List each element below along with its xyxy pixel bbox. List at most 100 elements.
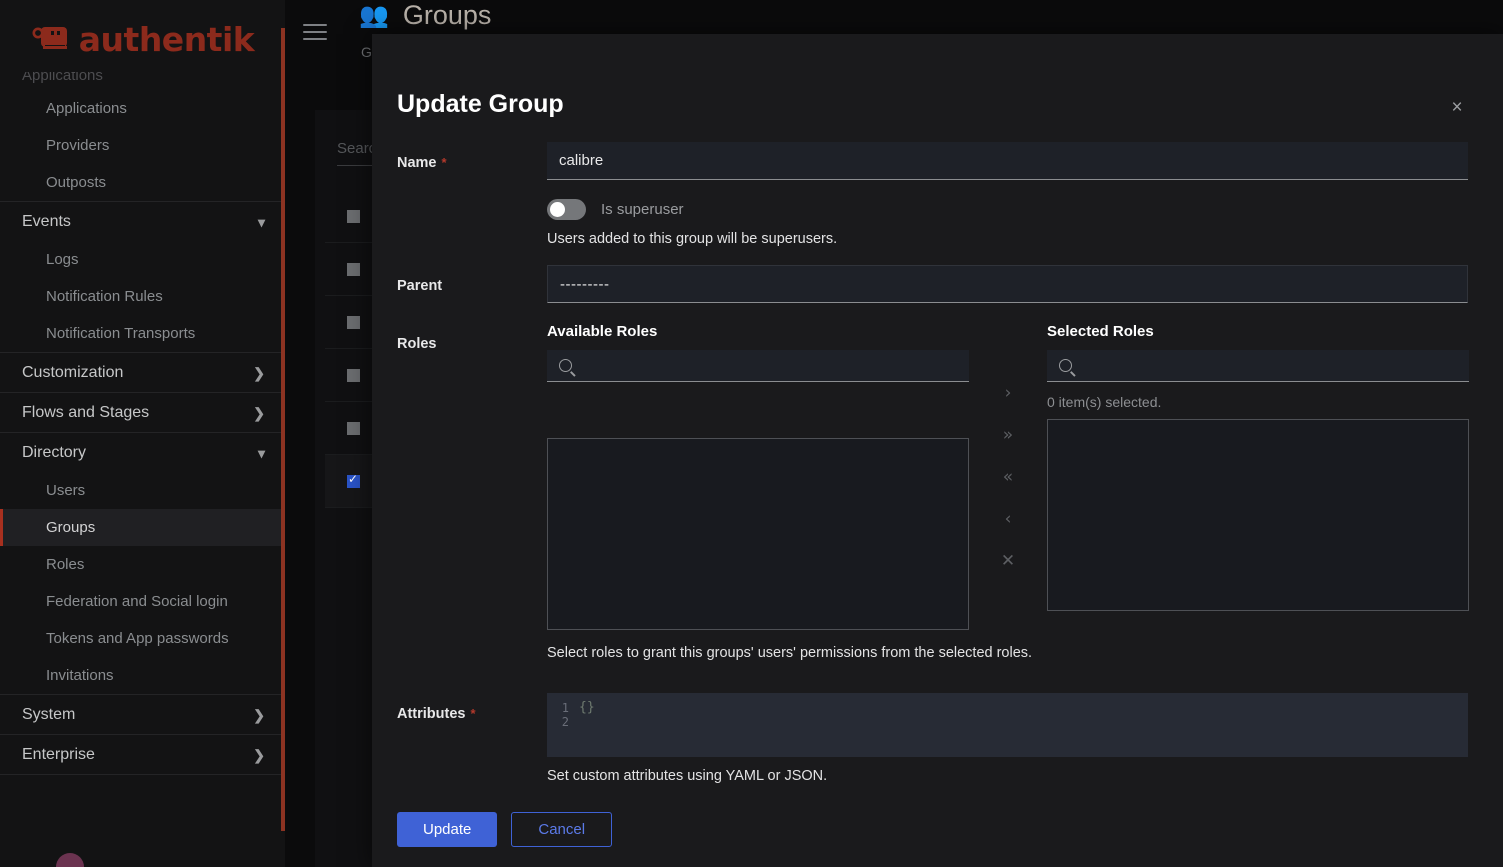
is-superuser-hint: Users added to this group will be superu… [547, 231, 1468, 247]
page-title: 👥 Groups [359, 0, 491, 31]
selected-roles-search[interactable] [1047, 350, 1469, 382]
required-marker: * [470, 706, 475, 721]
page-subtitle: G [361, 44, 372, 60]
sidebar-item-logs[interactable]: Logs [0, 241, 285, 278]
label-text: Attributes [397, 706, 465, 722]
app-root: authentik Applications Applications Prov… [0, 0, 1503, 867]
dual-list-selector: Available Roles › » « ‹ ✕ [547, 323, 1469, 630]
users-group-icon: 👥 [359, 4, 389, 28]
update-button[interactable]: Update [397, 812, 497, 847]
move-all-right-button[interactable]: » [995, 425, 1021, 445]
modal-title: Update Group [397, 90, 564, 119]
chevron-down-icon: ▾ [258, 202, 265, 242]
is-superuser-label: Is superuser [601, 201, 684, 218]
brand-name: authentik [79, 20, 254, 59]
sidebar-item-outposts[interactable]: Outposts [0, 164, 285, 201]
name-input[interactable] [547, 142, 1468, 180]
line-number: 2 [547, 715, 569, 729]
parent-select-value: --------- [560, 276, 609, 293]
selected-roles-column: Selected Roles 0 item(s) selected. [1047, 323, 1469, 611]
label-text: Name [397, 155, 437, 171]
field-label-spacer [372, 180, 547, 247]
hamburger-menu-icon[interactable] [303, 24, 327, 40]
sidebar-section-label: Events [22, 202, 71, 242]
sidebar-section-label: Flows and Stages [22, 393, 149, 433]
sidebar-item-invitations[interactable]: Invitations [0, 657, 285, 694]
row-checkbox[interactable] [347, 210, 360, 223]
sidebar-section-label: Directory [22, 433, 86, 473]
search-icon [1059, 359, 1072, 372]
field-label-attributes: Attributes * [372, 693, 547, 784]
search-icon [559, 359, 572, 372]
line-number: 1 [547, 701, 569, 715]
sidebar-item-providers[interactable]: Providers [0, 127, 285, 164]
code-gutter: 1 2 [547, 701, 575, 757]
sidebar-item-groups[interactable]: Groups [0, 509, 285, 546]
sidebar-section-directory[interactable]: Directory ▾ [0, 432, 285, 472]
move-left-button[interactable]: ‹ [995, 509, 1021, 529]
modal-body: Name* Is superuser Users added to thi [372, 142, 1503, 867]
close-icon[interactable]: × [1445, 96, 1469, 120]
page-title-text: Groups [403, 0, 492, 31]
sidebar-section-label: System [22, 695, 75, 735]
toggle-knob [550, 202, 565, 217]
brand-logo[interactable]: authentik [0, 0, 285, 72]
field-roles: Roles Available Roles › [372, 323, 1503, 661]
code-content: {} [575, 701, 595, 757]
attributes-hint: Set custom attributes using YAML or JSON… [547, 768, 1468, 784]
sidebar-section-flows-and-stages[interactable]: Flows and Stages ❯ [0, 392, 285, 432]
available-roles-listbox[interactable] [547, 438, 969, 630]
sidebar-item-federation-and-social-login[interactable]: Federation and Social login [0, 583, 285, 620]
row-checkbox[interactable] [347, 316, 360, 329]
move-right-button[interactable]: › [995, 383, 1021, 403]
field-attributes: Attributes * 1 2 {} Set custom attributes… [372, 693, 1503, 784]
selected-count-text: 0 item(s) selected. [1047, 394, 1469, 410]
selected-roles-listbox[interactable] [1047, 419, 1469, 611]
sidebar-section-label: Customization [22, 353, 123, 393]
clear-selection-button[interactable]: ✕ [995, 551, 1021, 571]
field-label-parent: Parent [372, 265, 547, 303]
roles-hint: Select roles to grant this groups' users… [547, 645, 1469, 661]
attributes-code-editor[interactable]: 1 2 {} [547, 693, 1468, 757]
sidebar-item-applications[interactable]: Applications [0, 90, 285, 127]
sidebar-item-tokens-and-app-passwords[interactable]: Tokens and App passwords [0, 620, 285, 657]
row-checkbox[interactable] [347, 263, 360, 276]
field-name: Name * [372, 142, 1503, 180]
sidebar-item-roles[interactable]: Roles [0, 546, 285, 583]
field-parent: Parent --------- [372, 265, 1503, 303]
sidebar-group-header-applications: Applications [0, 72, 285, 90]
selected-roles-header: Selected Roles [1047, 323, 1469, 340]
row-checkbox[interactable] [347, 369, 360, 382]
sidebar-item-notification-rules[interactable]: Notification Rules [0, 278, 285, 315]
row-checkbox-checked[interactable] [347, 475, 360, 488]
authentik-logo-icon [31, 20, 73, 58]
sidebar-section-system[interactable]: System ❯ [0, 694, 285, 734]
field-label-roles: Roles [372, 323, 547, 661]
chevron-right-icon: ❯ [253, 695, 265, 735]
available-roles-search[interactable] [547, 350, 969, 382]
sidebar-item-notification-transports[interactable]: Notification Transports [0, 315, 285, 352]
is-superuser-toggle[interactable] [547, 199, 586, 220]
sidebar-section-label: Enterprise [22, 735, 95, 775]
row-checkbox[interactable] [347, 422, 360, 435]
sidebar-section-events[interactable]: Events ▾ [0, 201, 285, 241]
required-marker: * [442, 155, 447, 170]
chevron-right-icon: ❯ [253, 393, 265, 433]
cancel-button[interactable]: Cancel [511, 812, 612, 847]
sidebar-section-enterprise[interactable]: Enterprise ❯ [0, 734, 285, 774]
sidebar: authentik Applications Applications Prov… [0, 0, 285, 867]
modal-actions: Update Cancel [372, 812, 1503, 847]
chevron-right-icon: ❯ [253, 735, 265, 775]
sidebar-nav: Applications Applications Providers Outp… [0, 72, 285, 867]
label-text: Roles [397, 336, 437, 352]
label-text: Parent [397, 278, 442, 294]
chevron-down-icon: ▾ [258, 433, 265, 473]
update-group-modal: Update Group × Name * [372, 34, 1503, 867]
move-all-left-button[interactable]: « [995, 467, 1021, 487]
avatar[interactable] [56, 853, 84, 867]
chevron-right-icon: ❯ [253, 353, 265, 393]
parent-select[interactable]: --------- [547, 265, 1468, 303]
sidebar-item-users[interactable]: Users [0, 472, 285, 509]
field-is-superuser: Is superuser Users added to this group w… [372, 180, 1503, 247]
sidebar-section-customization[interactable]: Customization ❯ [0, 352, 285, 392]
